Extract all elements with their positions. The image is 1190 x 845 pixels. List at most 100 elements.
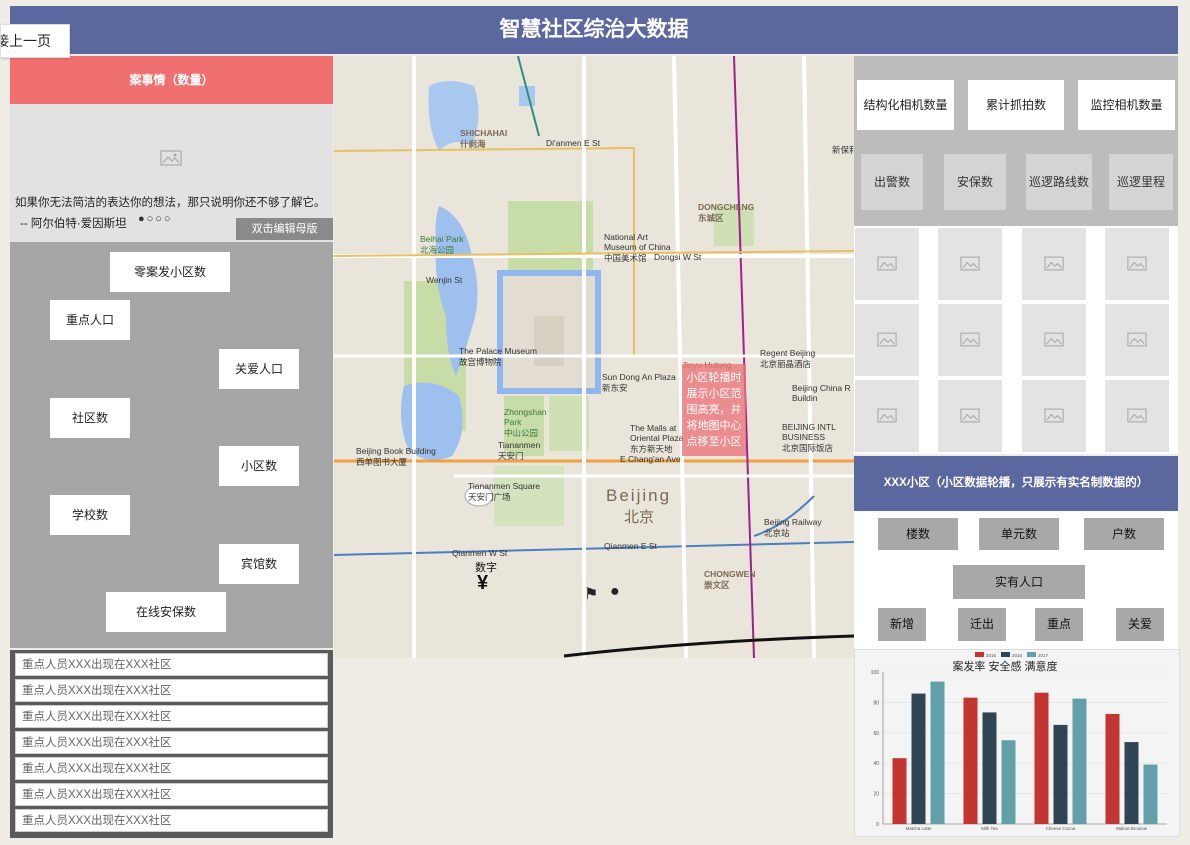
unit-count[interactable]: 单元数 (979, 518, 1059, 550)
chart-bar (1001, 740, 1016, 824)
x-tick-label: Cheese Cocoa (1046, 826, 1076, 831)
chart-bar (1124, 742, 1139, 824)
map-label-xinbao: 新保利大厦 (832, 145, 854, 155)
school-count[interactable]: 学校数 (50, 495, 130, 535)
map-label-intl: BEIJING INTL BUSINESS 北京国际饭店 (782, 422, 836, 453)
community-count[interactable]: 社区数 (50, 398, 130, 438)
camera-thumbnail[interactable] (1105, 304, 1169, 376)
map-label-malls: The Malls at Oriental Plaza 东方新天地 (630, 423, 684, 454)
user-icon[interactable]: ● (610, 583, 620, 601)
image-placeholder-icon (1127, 256, 1147, 271)
map-label-dongsi: Dongsi W St (654, 252, 702, 262)
y-tick-label: 60 (873, 731, 879, 737)
image-placeholder-icon (1127, 332, 1147, 347)
zero-case-estate-count[interactable]: 零案发小区数 (110, 252, 230, 292)
camera-thumbnail[interactable] (1022, 304, 1086, 376)
key-residents[interactable]: 重点 (1035, 608, 1083, 641)
new-residents[interactable]: 新增 (878, 608, 926, 641)
rate-bar-chart: 案发率 安全感 满意度 2015 2016 2017 0 20 40 60 80 100 Match… (854, 649, 1180, 837)
y-tick-label: 20 (873, 792, 879, 798)
estate-count[interactable]: 小区数 (219, 446, 299, 486)
map-label-chongwen: CHONGWEN 崇文区 (704, 569, 756, 590)
online-security-count[interactable]: 在线安保数 (106, 592, 226, 632)
yen-icon[interactable]: ¥ (477, 572, 488, 595)
patrol-route-count[interactable]: 巡逻路线数 (1026, 154, 1092, 210)
list-item[interactable]: 重点人员XXX出现在XXX社区 (15, 757, 328, 780)
camera-thumbnail[interactable] (1022, 228, 1086, 300)
page-header: 智慧社区综治大数据 (10, 6, 1178, 54)
case-count-header: 案事情（数量） (10, 56, 333, 104)
camera-thumbnail[interactable] (938, 228, 1002, 300)
camera-thumbnail[interactable] (855, 304, 919, 376)
map-label-dongcheng: DONGCHENG 东城区 (698, 202, 755, 223)
page-title: 智慧社区综治大数据 (499, 18, 689, 41)
map-label-qianmen-w: Qianmen W St (452, 548, 508, 558)
map-label-chinaR: Beijing China R Buildin (792, 383, 851, 403)
capture-count[interactable]: 累计抓拍数 (968, 80, 1064, 130)
map-label-beihai: Beihai Park 北海公园 (420, 234, 464, 255)
chart-bar (963, 697, 978, 824)
camera-image-grid (854, 226, 1178, 454)
list-item[interactable]: 重点人员XXX出现在XXX社区 (15, 731, 328, 754)
y-tick-label: 100 (871, 670, 880, 676)
back-to-previous-page-button[interactable]: 接上一页 (0, 24, 70, 58)
moved-out-residents[interactable]: 迁出 (958, 608, 1006, 641)
x-tick-label: Walnut Brownie (1116, 826, 1148, 831)
legend-swatch (1027, 652, 1036, 657)
camera-thumbnail[interactable] (855, 380, 919, 452)
x-tick-label: Milk Tea (981, 826, 998, 831)
alert-list: 重点人员XXX出现在XXX社区 重点人员XXX出现在XXX社区 重点人员XXX出… (10, 650, 333, 838)
camera-thumbnail[interactable] (855, 228, 919, 300)
chart-bar (982, 712, 997, 824)
legend-label: 2016 (1012, 653, 1023, 658)
actual-population[interactable]: 实有人口 (953, 565, 1085, 599)
map-label-wenjin: Wenjin St (426, 275, 463, 285)
y-tick-label: 40 (873, 761, 879, 767)
map-label-zhongshan: Zhongshan Park 中山公园 (504, 407, 547, 438)
image-placeholder-icon (960, 256, 980, 271)
map-label-qianmen: Qianmen E St (604, 541, 657, 551)
image-placeholder-icon (960, 408, 980, 423)
city-map[interactable]: SHICHAHAI 什刹海 Di'anmen E St Beihai Park 北海… (334, 56, 854, 658)
quote-author: -- 阿尔伯特·爱因斯坦 (20, 218, 127, 230)
image-placeholder-icon (1044, 256, 1064, 271)
x-tick-label: Matcha Latte (905, 826, 932, 831)
list-item[interactable]: 重点人员XXX出现在XXX社区 (15, 783, 328, 806)
chart-bar (892, 758, 907, 824)
chart-bar (1072, 698, 1087, 824)
list-item[interactable]: 重点人员XXX出现在XXX社区 (15, 653, 328, 676)
building-count[interactable]: 楼数 (878, 518, 958, 550)
hotel-count[interactable]: 宾馆数 (219, 544, 299, 584)
edit-master-button[interactable]: 双击编辑母版 (236, 218, 333, 240)
care-residents[interactable]: 关爱 (1116, 608, 1164, 641)
camera-stats-panel: 结构化相机数量 累计抓拍数 监控相机数量 出警数 安保数 巡逻路线数 巡逻里程 (854, 56, 1178, 226)
chart-bar (1053, 724, 1068, 824)
camera-thumbnail[interactable] (1105, 380, 1169, 452)
security-count[interactable]: 安保数 (944, 154, 1006, 210)
image-placeholder-icon (877, 408, 897, 423)
dispatch-count[interactable]: 出警数 (861, 154, 923, 210)
flag-icon[interactable]: ⚑ (584, 584, 598, 604)
camera-thumbnail[interactable] (938, 304, 1002, 376)
list-item[interactable]: 重点人员XXX出现在XXX社区 (15, 809, 328, 832)
camera-thumbnail[interactable] (938, 380, 1002, 452)
camera-thumbnail[interactable] (1022, 380, 1086, 452)
patrol-distance[interactable]: 巡逻里程 (1109, 154, 1173, 210)
care-population[interactable]: 关爱人口 (219, 349, 299, 389)
structured-camera-count[interactable]: 结构化相机数量 (857, 80, 954, 130)
carousel-dots[interactable]: ●○○○ (138, 213, 173, 225)
list-item[interactable]: 重点人员XXX出现在XXX社区 (15, 705, 328, 728)
household-count[interactable]: 户数 (1084, 518, 1164, 550)
legend-swatch (975, 652, 984, 657)
map-label-beijing: Beijing (606, 486, 672, 505)
list-item[interactable]: 重点人员XXX出现在XXX社区 (15, 679, 328, 702)
image-placeholder-icon (960, 332, 980, 347)
camera-thumbnail[interactable] (1105, 228, 1169, 300)
key-population[interactable]: 重点人口 (50, 300, 130, 340)
map-label-sundong: Sun Dong An Plaza 新东安 (602, 372, 676, 393)
map-label-museum: The Palace Museum 故宫博物院 (459, 346, 537, 367)
chart-bar (1105, 713, 1120, 824)
chart-bar (911, 693, 926, 824)
map-label-changan: E Chang'an Ave (620, 454, 681, 464)
monitor-camera-count[interactable]: 监控相机数量 (1078, 80, 1175, 130)
